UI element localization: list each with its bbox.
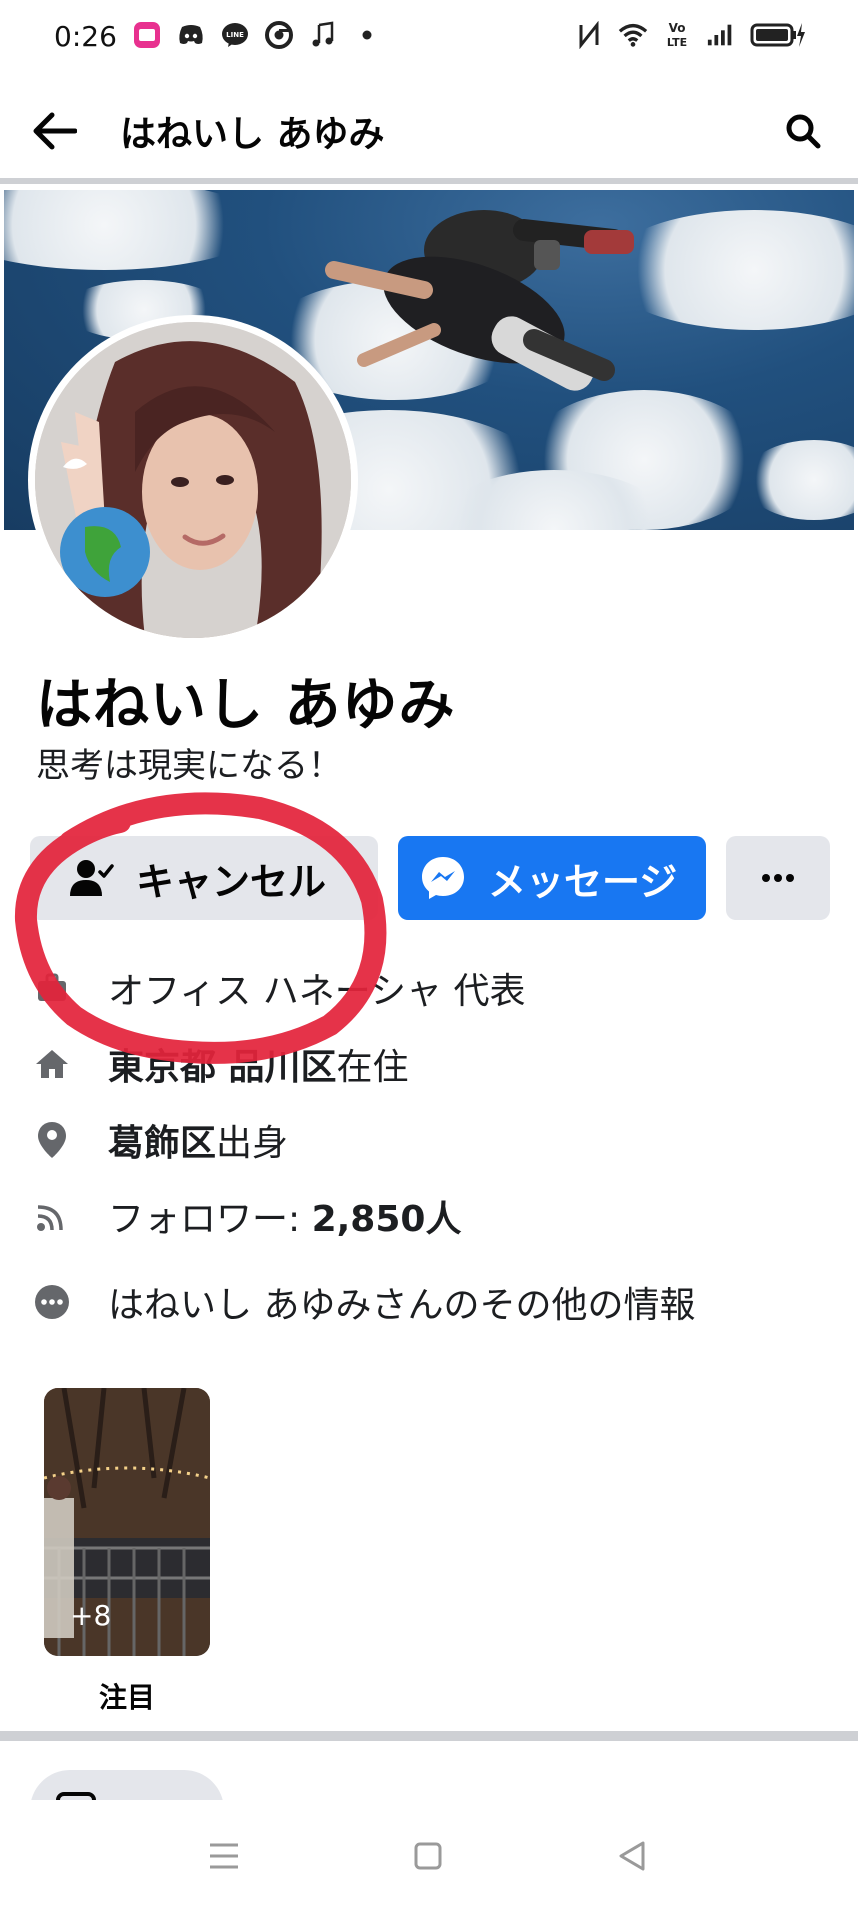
message-button[interactable]: メッセージ — [398, 836, 706, 920]
work-text: オフィス ハネーシャ 代表 — [108, 971, 526, 1012]
messenger-icon — [422, 857, 464, 899]
system-back-button[interactable] — [612, 1836, 652, 1876]
nfc-icon — [574, 20, 604, 50]
menu-lines-icon — [210, 1843, 238, 1869]
cancel-request-button[interactable]: キャンセル — [30, 836, 378, 920]
avatar-portrait — [35, 322, 351, 638]
cancel-request-label: キャンセル — [136, 859, 327, 904]
location-pin-icon — [30, 1118, 74, 1162]
lives-suffix: 在住 — [336, 1047, 409, 1088]
followers-prefix: フォロワー: — [108, 1199, 312, 1240]
app-icon — [132, 20, 162, 50]
more-horizontal-icon — [762, 874, 794, 882]
info-followers[interactable]: フォロワー: 2,850人 — [30, 1186, 461, 1246]
svg-text:LINE: LINE — [226, 31, 244, 39]
search-button[interactable] — [778, 106, 828, 156]
from-place[interactable]: 葛飾区 — [108, 1123, 216, 1164]
featured-collection-card[interactable]: +8 — [44, 1388, 210, 1656]
info-work: オフィス ハネーシャ 代表 — [30, 958, 525, 1018]
profile-avatar[interactable] — [28, 315, 358, 645]
info-more[interactable]: はねいし あゆみさんのその他の情報 — [30, 1272, 695, 1332]
from-suffix: 出身 — [216, 1123, 289, 1164]
lives-place[interactable]: 東京都 品川区 — [108, 1047, 337, 1088]
status-bar: 0:26 LINE Vo LTE — [0, 0, 858, 78]
back-arrow-icon — [33, 112, 77, 150]
recents-button[interactable] — [204, 1836, 244, 1876]
svg-text:Vo: Vo — [669, 21, 686, 35]
music-icon — [308, 20, 338, 50]
triangle-back-icon — [619, 1841, 645, 1871]
home-button[interactable] — [408, 1836, 448, 1876]
status-time: 0:26 — [54, 20, 117, 53]
home-icon — [30, 1042, 74, 1086]
friend-request-sent-icon — [70, 860, 114, 896]
info-lives-in: 東京都 品川区在住 — [30, 1034, 409, 1094]
search-icon — [786, 114, 821, 149]
profile-bio: 思考は現実になる！ — [36, 746, 342, 786]
more-info-text: はねいし あゆみさんのその他の情報 — [108, 1285, 696, 1326]
svg-text:LTE: LTE — [667, 36, 687, 49]
skydivers-figure — [325, 210, 634, 391]
wifi-icon — [618, 20, 648, 50]
message-label: メッセージ — [488, 859, 678, 904]
battery-icon — [750, 20, 806, 50]
more-options-button[interactable] — [726, 836, 830, 920]
line-icon: LINE — [220, 20, 250, 50]
featured-label: 注目 — [98, 1681, 155, 1714]
followers-count: 2,850人 — [311, 1199, 462, 1240]
info-from: 葛飾区出身 — [30, 1110, 288, 1170]
square-home-icon — [414, 1842, 442, 1870]
featured-count: +8 — [70, 1599, 112, 1632]
section-divider — [0, 1731, 858, 1741]
app-header: はねいし あゆみ — [0, 78, 858, 184]
signal-icon — [706, 20, 736, 50]
volte-icon: Vo LTE — [662, 20, 692, 50]
discord-icon — [176, 20, 206, 50]
back-button[interactable] — [30, 106, 80, 156]
rss-followers-icon — [30, 1194, 74, 1238]
header-title: はねいし あゆみ — [120, 114, 385, 155]
profile-name: はねいし あゆみ — [36, 673, 456, 738]
chrome-icon — [264, 20, 294, 50]
system-nav-bar — [0, 1800, 858, 1907]
featured-thumbnail — [44, 1388, 210, 1656]
briefcase-icon — [30, 966, 74, 1010]
dot-icon — [352, 20, 382, 50]
more-circle-icon — [30, 1280, 74, 1324]
